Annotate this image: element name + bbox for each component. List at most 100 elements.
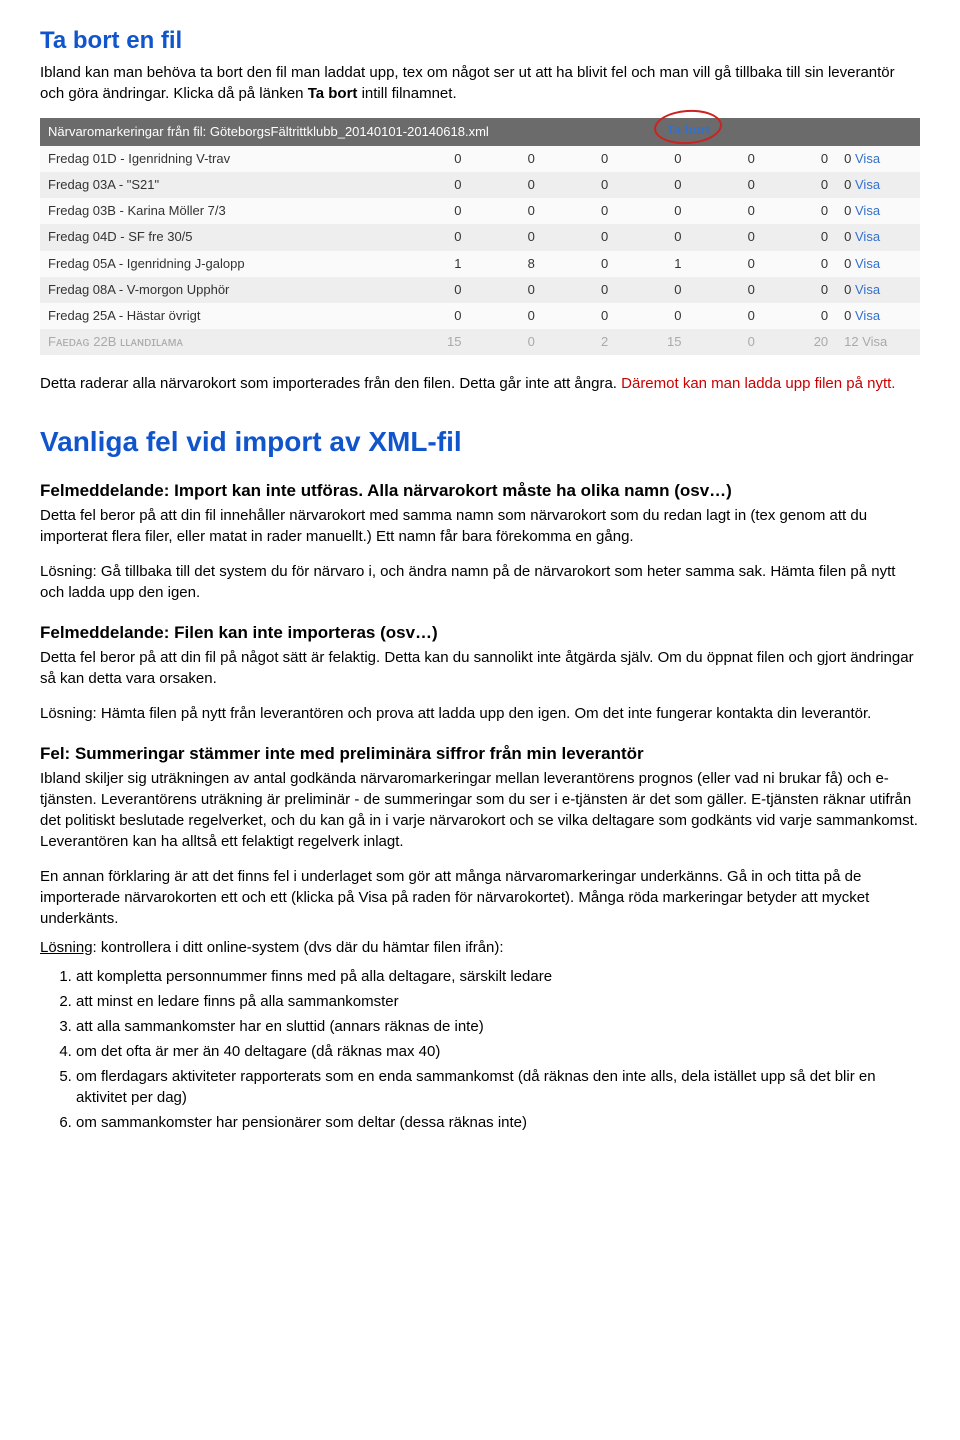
- list-item: att kompletta personnummer finns med på …: [76, 966, 920, 987]
- intro-paragraph: Ibland kan man behöva ta bort den fil ma…: [40, 62, 920, 104]
- row-value: 0: [543, 251, 616, 277]
- row-value: 1: [616, 251, 689, 277]
- row-value: 0: [470, 277, 543, 303]
- error3-heading: Fel: Summeringar stämmer inte med prelim…: [40, 742, 920, 766]
- row-value: 0: [690, 146, 763, 172]
- row-value: 0: [690, 277, 763, 303]
- row-value: 0: [396, 303, 469, 329]
- visa-link[interactable]: Visa: [855, 256, 880, 271]
- row-value: 0 Visa: [836, 277, 920, 303]
- row-name: Fredag 01D - Igenridning V-trav: [40, 146, 396, 172]
- row-value: 0: [763, 277, 836, 303]
- visa-link[interactable]: Visa: [855, 282, 880, 297]
- error1-solution: Lösning: Gå tillbaka till det system du …: [40, 561, 920, 603]
- row-value: 8: [470, 251, 543, 277]
- list-item: att alla sammankomster har en sluttid (a…: [76, 1016, 920, 1037]
- row-value: 15: [616, 329, 689, 355]
- error2-heading: Felmeddelande: Filen kan inte importeras…: [40, 621, 920, 645]
- row-value: 0: [543, 224, 616, 250]
- table-body: Fredag 01D - Igenridning V-trav0000000 V…: [40, 146, 920, 356]
- row-value: 0: [396, 277, 469, 303]
- row-name: Fredag 05A - Igenridning J-galopp: [40, 251, 396, 277]
- error3-solution-lead: Lösning: kontrollera i ditt online-syste…: [40, 937, 920, 958]
- visa-link[interactable]: Visa: [855, 203, 880, 218]
- row-value: 1: [396, 251, 469, 277]
- error2-solution: Lösning: Hämta filen på nytt från levera…: [40, 703, 920, 724]
- row-value: 0: [763, 146, 836, 172]
- row-value: 0: [396, 172, 469, 198]
- visa-link[interactable]: Visa: [855, 229, 880, 244]
- row-value: 0: [616, 224, 689, 250]
- row-value: 0: [690, 303, 763, 329]
- row-value: 0: [396, 198, 469, 224]
- visa-link[interactable]: Visa: [855, 308, 880, 323]
- row-value: 0: [763, 303, 836, 329]
- table-row: Fredag 01D - Igenridning V-trav0000000 V…: [40, 146, 920, 172]
- table-row: Fredag 03A - "S21"0000000 Visa: [40, 172, 920, 198]
- attendance-table: Närvaromarkeringar från fil: GöteborgsFä…: [40, 118, 920, 356]
- error1-body: Detta fel beror på att din fil innehålle…: [40, 505, 920, 547]
- table-header-label: Närvaromarkeringar från fil: GöteborgsFä…: [48, 124, 489, 139]
- row-value: 0: [470, 224, 543, 250]
- row-value: 0: [763, 172, 836, 198]
- heading-common-errors: Vanliga fel vid import av XML-fil: [40, 422, 920, 461]
- intro-tail: intill filnamnet.: [357, 85, 456, 102]
- row-value: 15: [396, 329, 469, 355]
- row-value: 0: [763, 251, 836, 277]
- heading-remove-file: Ta bort en fil: [40, 24, 920, 58]
- row-value: 0 Visa: [836, 198, 920, 224]
- row-value: 0 Visa: [836, 251, 920, 277]
- row-value: 0 Visa: [836, 303, 920, 329]
- row-value: 0: [763, 224, 836, 250]
- row-value: 0: [543, 146, 616, 172]
- row-value: 0: [616, 198, 689, 224]
- row-value: 0: [690, 329, 763, 355]
- row-value: 0: [616, 146, 689, 172]
- row-name: Fredag 08A - V-morgon Upphör: [40, 277, 396, 303]
- row-value: 0: [470, 172, 543, 198]
- solution-tail: : kontrollera i ditt online-system (dvs …: [93, 939, 504, 956]
- row-value: 0: [396, 146, 469, 172]
- row-value: 0: [616, 303, 689, 329]
- table-header-bar: Närvaromarkeringar från fil: GöteborgsFä…: [40, 118, 920, 146]
- row-value: 0: [690, 198, 763, 224]
- checklist: att kompletta personnummer finns med på …: [40, 966, 920, 1133]
- row-value: 2: [543, 329, 616, 355]
- row-value: 0: [543, 277, 616, 303]
- row-value: 0 Visa: [836, 224, 920, 250]
- row-name: Fredag 04D - SF fre 30/5: [40, 224, 396, 250]
- row-value: 0: [543, 198, 616, 224]
- row-name: Fredag 03B - Karina Möller 7/3: [40, 198, 396, 224]
- row-value: 0: [470, 146, 543, 172]
- list-item: om sammankomster har pensionärer som del…: [76, 1112, 920, 1133]
- delete-warning-paragraph: Detta raderar alla närvarokort som impor…: [40, 373, 920, 394]
- delete-warning-text: Detta raderar alla närvarokort som impor…: [40, 375, 621, 392]
- list-item: att minst en ledare finns på alla samman…: [76, 991, 920, 1012]
- visa-link[interactable]: Visa: [855, 177, 880, 192]
- row-value: 0: [543, 172, 616, 198]
- error3-body2: En annan förklaring är att det finns fel…: [40, 866, 920, 929]
- intro-bold-link: Ta bort: [308, 85, 358, 102]
- intro-text: Ibland kan man behöva ta bort den fil ma…: [40, 64, 895, 102]
- row-value: 0: [763, 198, 836, 224]
- table-row-cutoff: Fᴀᴇᴅᴀɢ 22B ʟʟᴀɴᴅɪʟᴀᴍᴀ15021502012 Visa: [40, 329, 920, 355]
- list-item: om det ofta är mer än 40 deltagare (då r…: [76, 1041, 920, 1062]
- row-value: 0: [470, 303, 543, 329]
- table-row: Fredag 05A - Igenridning J-galopp1801000…: [40, 251, 920, 277]
- row-value: 20: [763, 329, 836, 355]
- annotation-circle: [653, 107, 723, 146]
- row-value: 0: [543, 303, 616, 329]
- row-value: 12 Visa: [836, 329, 920, 355]
- row-name: Fredag 25A - Hästar övrigt: [40, 303, 396, 329]
- row-value: 0: [690, 224, 763, 250]
- table-row: Fredag 04D - SF fre 30/50000000 Visa: [40, 224, 920, 250]
- row-value: 0: [690, 172, 763, 198]
- row-value: 0 Visa: [836, 172, 920, 198]
- error3-body: Ibland skiljer sig uträkningen av antal …: [40, 768, 920, 852]
- row-name: Fredag 03A - "S21": [40, 172, 396, 198]
- delete-warning-red: Däremot kan man ladda upp filen på nytt.: [621, 375, 895, 392]
- row-value: 0: [470, 329, 543, 355]
- error2-body: Detta fel beror på att din fil på något …: [40, 647, 920, 689]
- visa-link[interactable]: Visa: [855, 151, 880, 166]
- row-value: 0: [470, 198, 543, 224]
